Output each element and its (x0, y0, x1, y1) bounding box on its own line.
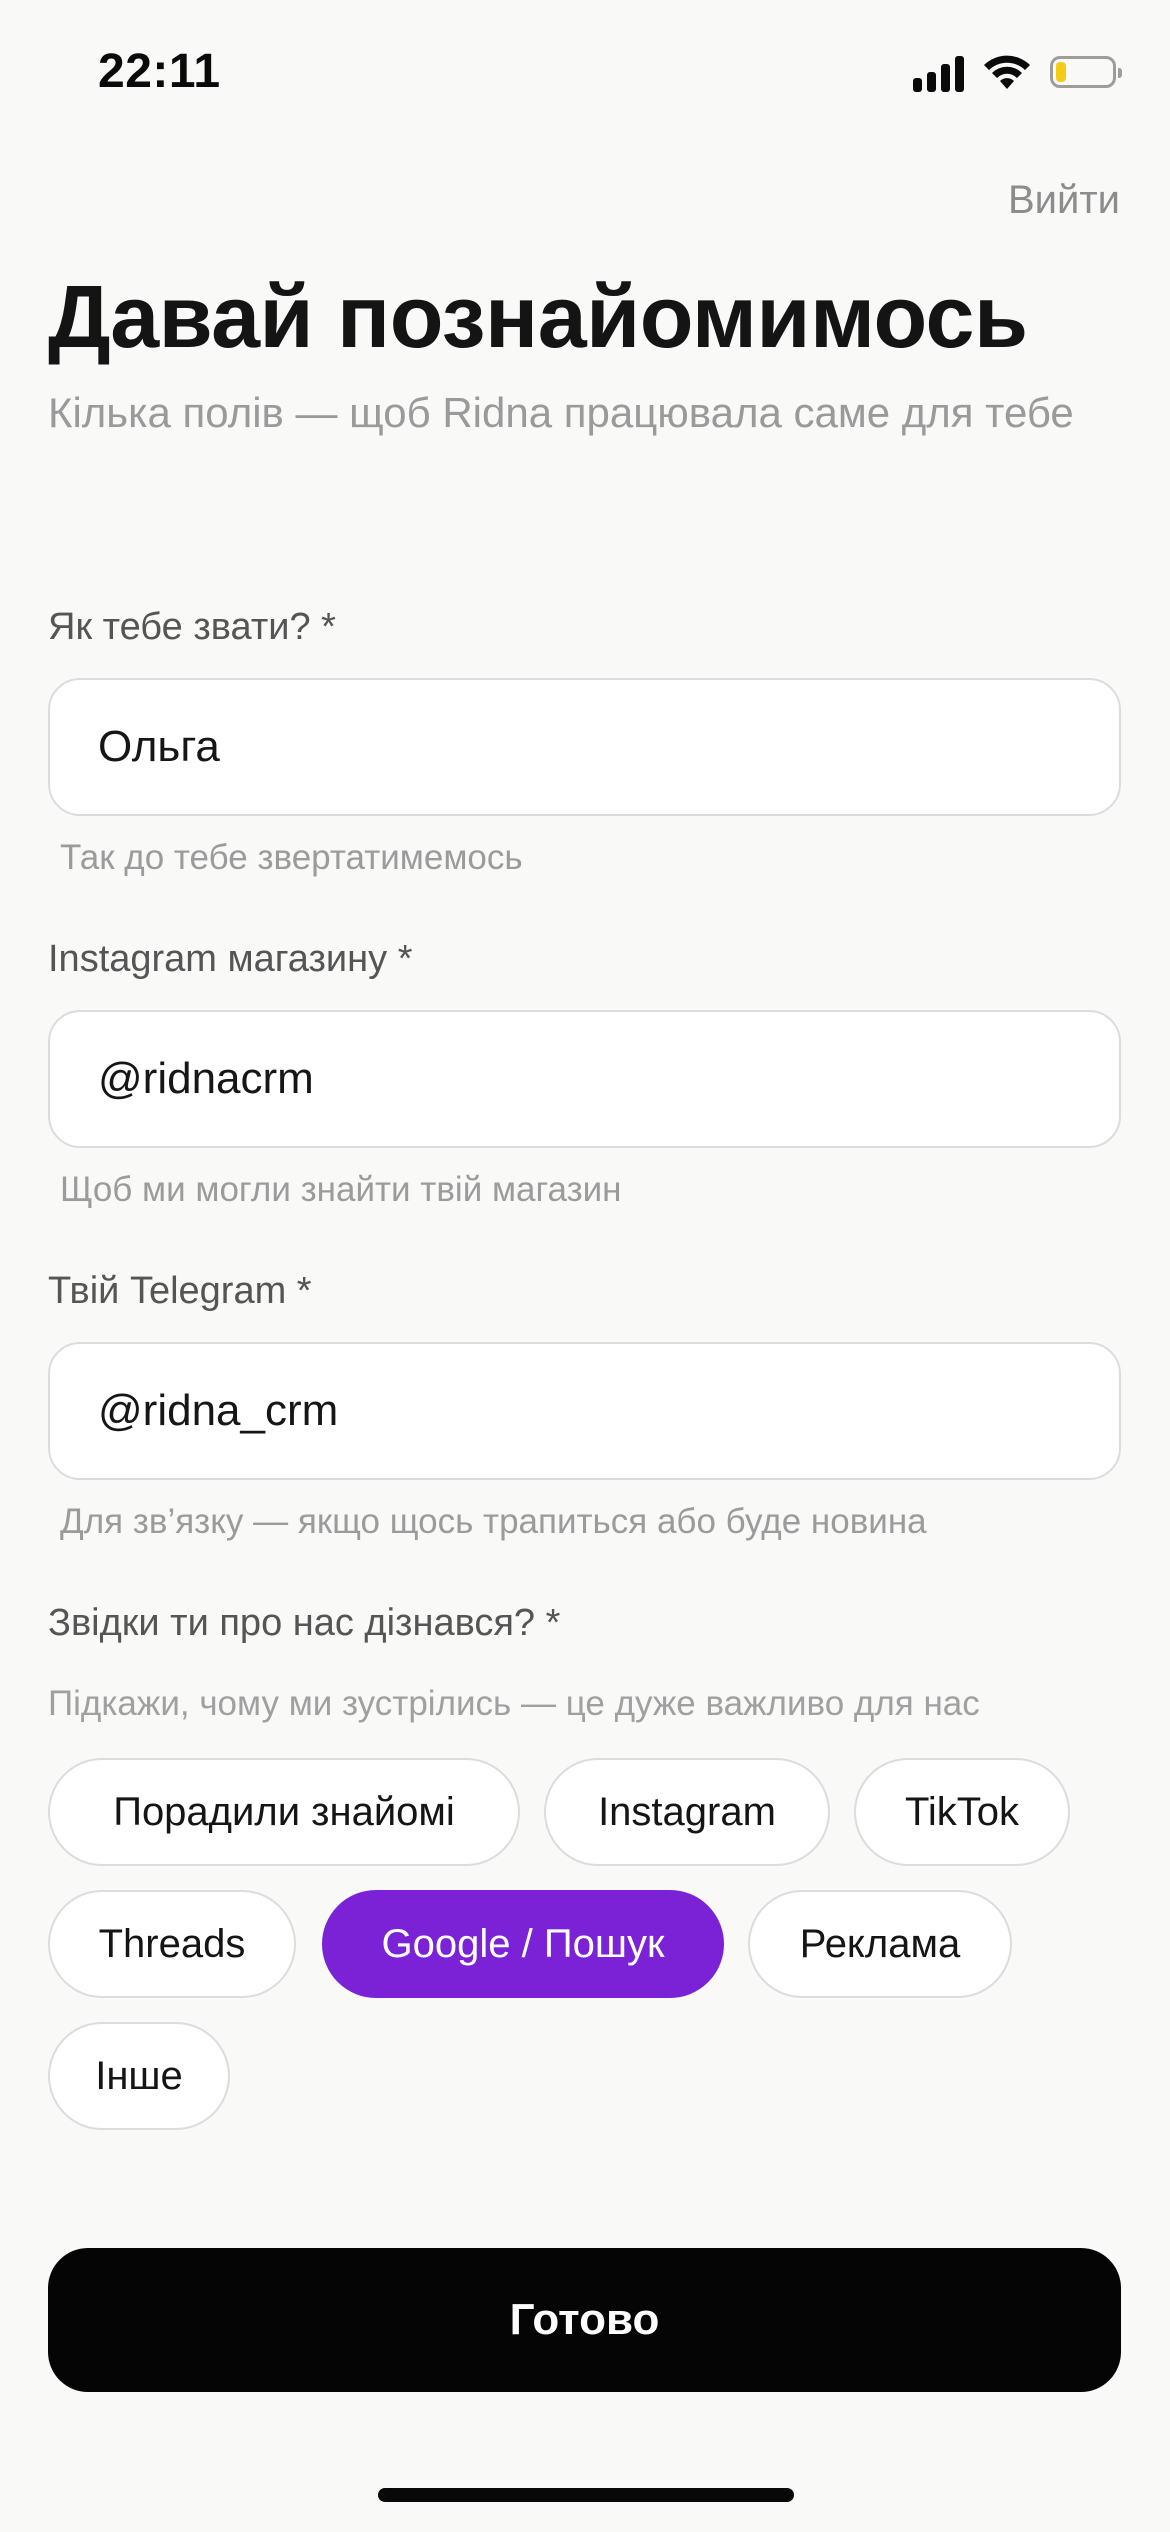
logout-link[interactable]: Вийти (1008, 178, 1120, 223)
source-chip-google-search[interactable]: Google / Пошук (322, 1890, 724, 1998)
telegram-field-hint: Для зв’язку — якщо щось трапиться або бу… (60, 1502, 927, 1541)
source-chip-threads[interactable]: Threads (48, 1890, 296, 1998)
battery-fill (1056, 62, 1066, 82)
source-section-label: Звідки ти про нас дізнався? * (48, 1602, 561, 1644)
status-icons (913, 52, 1122, 92)
name-input[interactable] (48, 678, 1121, 816)
status-bar: 22:11 (0, 0, 1170, 150)
source-section-hint: Підкажи, чому ми зустрілись — це дуже ва… (48, 1684, 980, 1723)
instagram-input[interactable] (48, 1010, 1121, 1148)
page-title: Давай познайомимось (48, 267, 1028, 366)
name-field-label: Як тебе звати? * (48, 606, 336, 648)
home-indicator (378, 2488, 794, 2502)
submit-button[interactable]: Готово (48, 2248, 1121, 2392)
telegram-input[interactable] (48, 1342, 1121, 1480)
source-chip-instagram[interactable]: Instagram (544, 1758, 830, 1866)
wifi-icon (984, 55, 1030, 89)
telegram-field-label: Твій Telegram * (48, 1270, 312, 1312)
name-field-hint: Так до тебе звертатимемось (60, 838, 523, 877)
page-subtitle: Кілька полів — щоб Ridna працювала саме … (48, 389, 1074, 436)
source-chip-friends[interactable]: Порадили знайомі (48, 1758, 520, 1866)
battery-low-icon (1050, 56, 1122, 88)
status-time: 22:11 (98, 45, 221, 98)
instagram-field-hint: Щоб ми могли знайти твій магазин (60, 1170, 622, 1209)
cellular-signal-icon (913, 52, 964, 92)
instagram-field-label: Instagram магазину * (48, 938, 413, 980)
source-chip-other[interactable]: Інше (48, 2022, 230, 2130)
source-chip-tiktok[interactable]: TikTok (854, 1758, 1070, 1866)
source-chip-ads[interactable]: Реклама (748, 1890, 1012, 1998)
